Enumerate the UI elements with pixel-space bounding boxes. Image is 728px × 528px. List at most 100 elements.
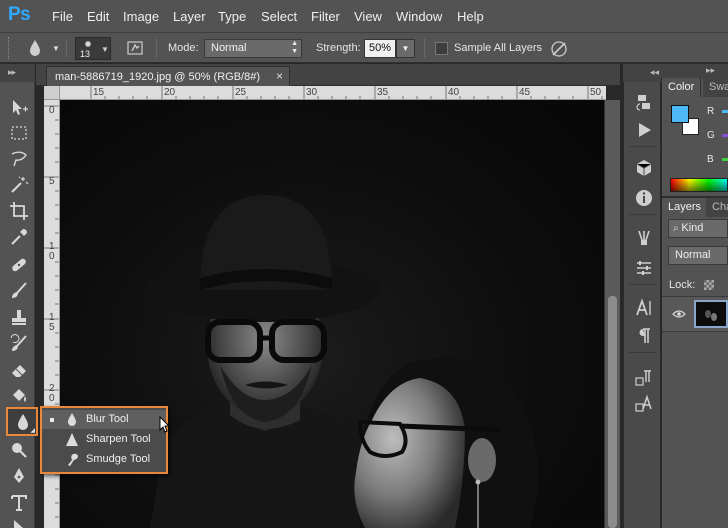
lock-label-text: Lock: [669, 279, 696, 291]
ruler-label: 40 [448, 87, 460, 98]
flyout-item-smudge-tool[interactable]: Smudge Tool [42, 450, 166, 469]
ruler-label: 20 [164, 87, 176, 98]
blue-slider[interactable] [722, 158, 728, 161]
menu-image[interactable]: Image [123, 9, 159, 24]
tool-preset-blur-icon[interactable] [25, 38, 45, 58]
menu-view[interactable]: View [354, 9, 382, 24]
strength-slider-chevron-down-icon[interactable]: ▼ [396, 39, 415, 58]
3d-cube-icon[interactable] [634, 158, 654, 178]
character-icon[interactable] [634, 298, 654, 318]
brush-tool-icon[interactable] [8, 280, 30, 302]
ruler-label: 5 [49, 176, 55, 187]
paragraph-icon[interactable] [634, 326, 654, 346]
info-icon[interactable] [634, 188, 654, 208]
menu-filter[interactable]: Filter [311, 9, 340, 24]
flyout-item-sharpen-tool[interactable]: Sharpen Tool [42, 430, 166, 449]
menu-layer[interactable]: Layer [173, 9, 206, 24]
tab-swatches[interactable]: Swa [703, 78, 728, 97]
toggle-brush-panel-button[interactable] [126, 39, 146, 57]
clone-stamp-tool-icon[interactable] [8, 307, 30, 329]
foreground-color-swatch[interactable] [671, 105, 689, 123]
menu-window[interactable]: Window [396, 9, 442, 24]
options-bar-grip[interactable] [8, 37, 11, 59]
divider [629, 284, 657, 285]
close-icon[interactable]: × [276, 69, 283, 83]
tab-color[interactable]: Color [662, 78, 702, 97]
crop-tool-icon[interactable] [8, 200, 30, 222]
ruler-label: 35 [377, 87, 389, 98]
updown-arrows-icon: ▲ ▼ [291, 40, 298, 55]
lock-label: Lock: [669, 279, 715, 291]
green-channel-label: G [707, 130, 715, 141]
brush-settings-icon[interactable] [634, 258, 654, 278]
lock-transparent-pixels-icon[interactable] [704, 280, 715, 291]
horizontal-ruler[interactable]: 15 20 25 30 35 40 45 50 [44, 86, 606, 100]
mode-select-value: Normal [211, 42, 247, 54]
brush-preset-picker[interactable]: 13 ▼ [75, 37, 111, 60]
eyedropper-tool-icon[interactable] [8, 226, 30, 248]
layers-panel: Layers Cha ⌕ Kind Normal Lock: [662, 198, 728, 528]
menu-help[interactable]: Help [457, 9, 484, 24]
ruler-origin[interactable] [44, 86, 60, 100]
photoshop-logo: Ps [8, 4, 31, 25]
ruler-label: 1 0 [49, 241, 55, 262]
eye-icon[interactable] [672, 309, 686, 319]
move-tool-icon[interactable] [8, 97, 30, 119]
marquee-tool-icon[interactable] [8, 122, 30, 144]
red-slider[interactable] [722, 110, 728, 113]
divider [424, 38, 425, 58]
options-bar: ▼ 13 ▼ Mode: Normal ▲ ▼ Strength: 50% ▼ S… [0, 33, 728, 63]
mode-label: Mode: [168, 42, 199, 54]
expand-chevrons-icon: ▸▸ [706, 65, 716, 75]
pressure-strength-icon[interactable] [548, 38, 570, 60]
tab-channels[interactable]: Cha [706, 198, 728, 217]
divider [66, 38, 67, 58]
tools-panel: ◢ [0, 82, 38, 528]
selected-bullet-icon [50, 418, 54, 422]
menu-edit[interactable]: Edit [87, 9, 109, 24]
layer-row-background[interactable] [662, 296, 728, 332]
paint-bucket-tool-icon[interactable] [8, 385, 30, 407]
panels-header[interactable]: ▸▸ [661, 64, 728, 78]
paragraph-styles-icon[interactable] [634, 368, 654, 388]
brush-presets-icon[interactable] [634, 228, 654, 248]
tab-layers[interactable]: Layers [662, 198, 709, 217]
character-styles-icon[interactable] [634, 394, 654, 414]
history-icon[interactable] [634, 92, 654, 112]
menu-type[interactable]: Type [218, 9, 246, 24]
sample-all-layers-checkbox[interactable] [435, 42, 448, 55]
corner-triangle-icon: ◢ [30, 428, 35, 434]
actions-play-icon[interactable] [634, 120, 654, 140]
pen-tool-icon[interactable] [8, 465, 30, 487]
scrollbar-thumb[interactable] [608, 296, 617, 528]
menu-select[interactable]: Select [261, 9, 297, 24]
type-tool-icon[interactable] [8, 492, 30, 514]
mode-select[interactable]: Normal ▲ ▼ [204, 39, 302, 58]
layer-filter-value: Kind [681, 222, 704, 234]
layer-thumbnail [694, 300, 728, 328]
vertical-scrollbar[interactable] [604, 100, 620, 528]
sample-all-layers-label: Sample All Layers [454, 42, 543, 54]
tool-preset-chevron-down-icon[interactable]: ▼ [52, 44, 60, 53]
document-tab[interactable]: man-5886719_1920.jpg @ 50% (RGB/8#) × [46, 66, 290, 86]
healing-brush-tool-icon[interactable] [8, 254, 30, 276]
menu-file[interactable]: File [52, 9, 73, 24]
history-brush-tool-icon[interactable] [8, 333, 30, 355]
strength-input[interactable]: 50% [364, 39, 396, 58]
eraser-tool-icon[interactable] [8, 359, 30, 381]
dodge-tool-icon[interactable] [8, 439, 30, 461]
lasso-tool-icon[interactable] [8, 148, 30, 170]
color-spectrum[interactable] [670, 178, 728, 192]
quick-selection-tool-icon[interactable] [8, 174, 30, 196]
blend-mode-select[interactable]: Normal [668, 246, 728, 265]
ruler-label: 1 5 [49, 312, 55, 333]
document-tab-title: man-5886719_1920.jpg @ 50% (RGB/8#) [55, 71, 261, 83]
flyout-item-blur-tool[interactable]: Blur Tool [42, 410, 166, 429]
green-slider[interactable] [722, 134, 728, 137]
layer-filter-select[interactable]: ⌕ Kind [668, 219, 728, 238]
flyout-item-label: Sharpen Tool [86, 433, 151, 445]
dock-header[interactable]: ◂◂ [623, 64, 661, 82]
blur-tool-icon[interactable]: ◢ [6, 407, 38, 436]
toolbar-header[interactable]: ▸▸ [0, 64, 35, 82]
path-selection-tool-icon[interactable] [8, 518, 30, 528]
